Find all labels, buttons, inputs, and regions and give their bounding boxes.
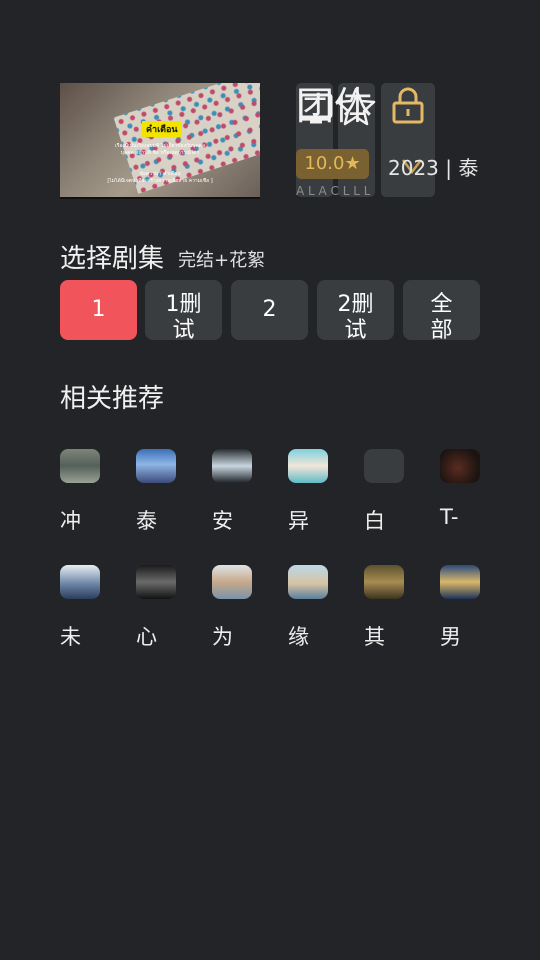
recommend-title[interactable]: T-	[440, 505, 458, 529]
recommend-poster[interactable]	[288, 565, 328, 599]
thumbnail-subtitle-line: บุคคล สถานที่ ชื่อ หรือเหตุการณ์ใดๆ	[120, 150, 200, 156]
episode-button[interactable]: 1	[60, 280, 137, 340]
episode-button[interactable]: 2删 试	[317, 280, 394, 340]
recommend-title[interactable]: 心	[136, 621, 157, 651]
recommend-title[interactable]: 未	[60, 621, 81, 651]
recommend-poster[interactable]	[440, 449, 480, 483]
recommend-title[interactable]: 白	[364, 505, 385, 535]
thumbnail-subtitle-line: เรื่องนี้เป็นเรื่องสมมติ ไม่เกี่ยวข้องกั…	[114, 143, 206, 149]
recommend-title[interactable]: 泰	[136, 505, 157, 535]
recommend-title[interactable]: 其	[364, 621, 385, 651]
recommend-title[interactable]: 异	[288, 505, 309, 535]
recommend-poster[interactable]	[288, 449, 328, 483]
episode-button[interactable]: 全 部	[403, 280, 480, 340]
episode-button[interactable]: 2	[231, 280, 308, 340]
recommend-section-title: 相关推荐	[60, 384, 165, 414]
episode-label: 2删	[337, 292, 374, 317]
thumbnail-subtitle-line: [ไม่ได้มีเจตนาที่จะสร้างความเสียหาย ความ…	[107, 178, 213, 184]
video-thumbnail[interactable]: คำเตือน เรื่องนี้เป็นเรื่องสมมติ ไม่เกี่…	[60, 83, 260, 199]
recommend-poster[interactable]	[364, 565, 404, 599]
recommend-title[interactable]: 男	[440, 621, 461, 651]
rating-badge: 10.0★	[296, 149, 369, 179]
episode-label-line2: 试	[344, 318, 367, 340]
episode-status-note: 完结+花絮	[178, 250, 266, 271]
episode-label: 2	[262, 297, 277, 322]
episode-section-title: 选择剧集	[60, 244, 165, 274]
recommend-poster[interactable]	[136, 449, 176, 483]
thumbnail-warning-label: คำเตือน	[142, 121, 182, 137]
episode-label: 全	[430, 292, 453, 317]
episode-label-line2: 试	[172, 318, 195, 340]
recommend-title[interactable]: 缘	[288, 621, 309, 651]
recommend-title[interactable]: 为	[212, 621, 233, 651]
recommend-poster[interactable]	[136, 565, 176, 599]
recommend-title[interactable]: 安	[212, 505, 233, 535]
recommend-poster[interactable]	[212, 565, 252, 599]
episode-label: 1删	[165, 292, 202, 317]
screen-icon	[299, 93, 333, 124]
overflow-text: A L A C L L L	[296, 184, 371, 196]
recommend-poster[interactable]	[440, 565, 480, 599]
recommend-poster[interactable]	[60, 449, 100, 483]
episode-label-line2: 部	[430, 318, 453, 340]
recommend-title[interactable]: 冲	[60, 505, 81, 535]
recommend-poster[interactable]	[60, 565, 100, 599]
thumbnail-subtitle-line: ข้อความ / คำเตือน	[139, 171, 181, 177]
star-icon	[336, 87, 376, 126]
lock-icon	[392, 87, 424, 124]
recommend-poster[interactable]	[212, 449, 252, 483]
recommend-poster[interactable]	[364, 449, 404, 483]
episode-label: 1	[91, 297, 106, 322]
year-country: 2023 | 泰	[388, 156, 479, 180]
episode-button[interactable]: 1删 试	[145, 280, 222, 340]
